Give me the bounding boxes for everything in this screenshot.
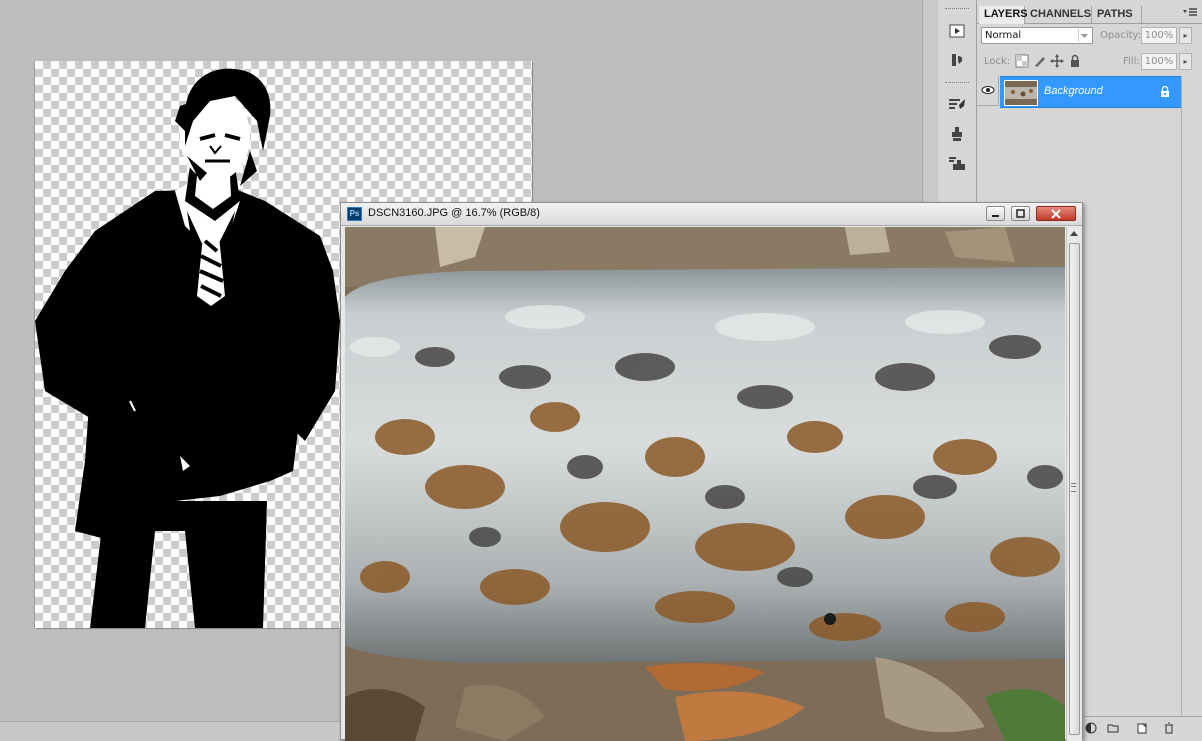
photoshop-app-icon: Ps [347,207,362,221]
tab-paths[interactable]: PATHS [1092,6,1142,23]
tab-channels[interactable]: CHANNELS [1025,6,1092,23]
tab-layers[interactable]: LAYERS [979,6,1028,24]
restore-button[interactable] [1011,206,1030,221]
lock-transparent-icon[interactable] [1015,54,1029,68]
lock-label: Lock: [984,56,1011,67]
new-layer-icon[interactable] [1136,722,1148,734]
document-title: DSCN3160.JPG @ 16.7% (RGB/8) [368,207,540,219]
brush-presets-icon[interactable] [945,93,969,115]
layer-lock-icon [1160,85,1170,97]
play-action-icon[interactable] [945,20,969,42]
document-vertical-scrollbar[interactable] [1066,227,1082,741]
document-title-bar[interactable]: Ps DSCN3160.JPG @ 16.7% (RGB/8) [341,203,1082,226]
close-button[interactable] [1036,206,1076,221]
minimize-icon [992,215,999,217]
fill-label: Fill: [1123,56,1140,67]
eye-icon [981,86,995,94]
lock-image-pixels-icon[interactable] [1033,54,1047,68]
rusty-pipe-photo[interactable] [345,227,1065,741]
tool-presets-icon[interactable] [945,153,969,175]
restore-icon [1016,209,1025,218]
panel-grip[interactable] [945,82,969,83]
panel-menu-icon[interactable] [1183,8,1197,18]
minimize-button[interactable] [986,206,1005,221]
lock-position-icon[interactable] [1050,54,1064,68]
layers-scrollbar[interactable] [1181,76,1202,716]
opacity-label: Opacity: [1100,30,1142,41]
layer-name: Background [1044,85,1103,97]
workspace-bottom-edge [0,721,340,741]
layer-row-background[interactable]: Background [1000,76,1181,108]
blend-mode-select[interactable]: Normal [981,27,1093,44]
collapsed-panels-strip [938,0,977,205]
scroll-grip-icon [1071,483,1076,492]
opacity-field[interactable]: 100% [1141,27,1177,44]
chevron-down-icon [1078,29,1090,42]
close-icon [1051,208,1061,219]
blend-mode-value: Normal [985,30,1022,41]
opacity-slider-toggle[interactable]: ▸ [1179,27,1192,44]
brush-swap-icon[interactable] [945,49,969,71]
new-group-icon[interactable] [1107,722,1119,734]
scroll-up-arrow-icon[interactable] [1070,231,1078,236]
fill-slider-toggle[interactable]: ▸ [1179,53,1192,70]
layer-thumbnail [1004,80,1038,106]
fill-field[interactable]: 100% [1141,53,1177,70]
delete-layer-icon[interactable] [1163,722,1175,734]
panel-grip[interactable] [945,8,969,9]
document-window[interactable]: Ps DSCN3160.JPG @ 16.7% (RGB/8) [340,202,1083,741]
layer-visibility-toggle[interactable] [977,76,999,106]
adjustment-layer-icon[interactable] [1085,722,1097,734]
lock-all-icon[interactable] [1068,54,1082,68]
clone-source-icon[interactable] [945,123,969,145]
panel-tab-bar: LAYERS CHANNELS PATHS [977,6,1202,24]
rusty-pipe-image [345,227,1065,741]
